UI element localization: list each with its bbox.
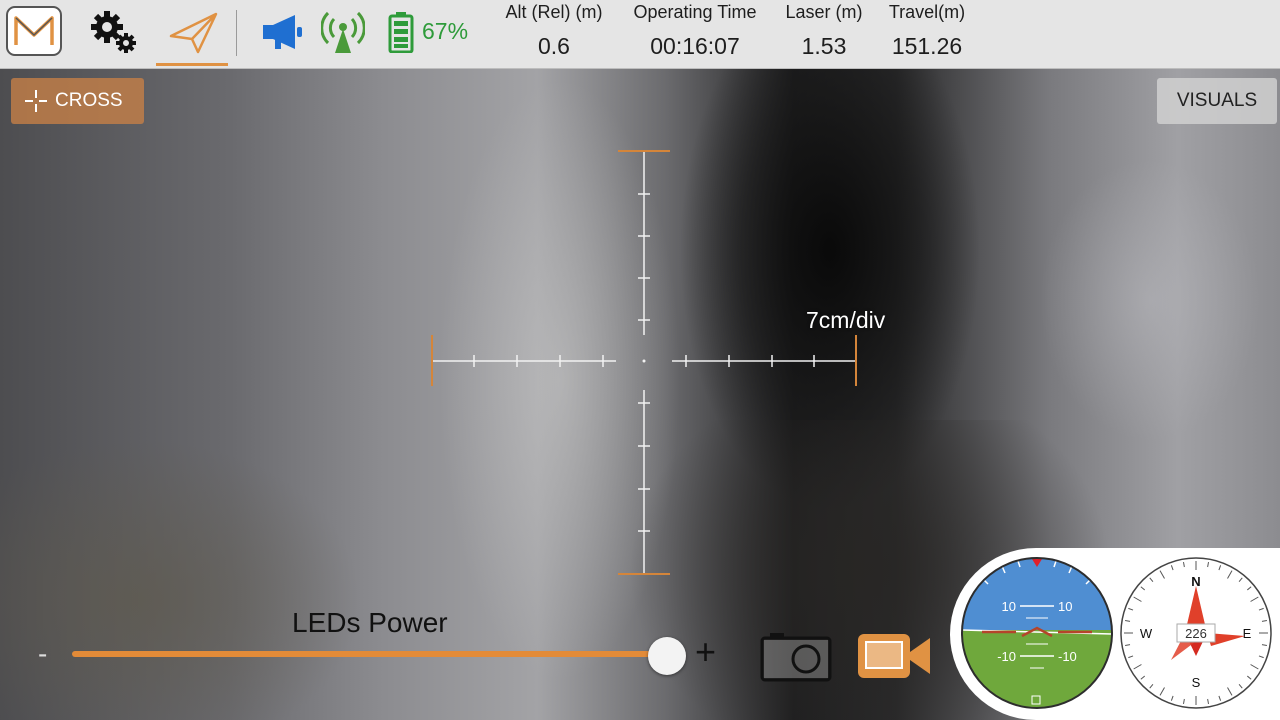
pitch-label: -10: [997, 649, 1016, 664]
pitch-label: 10: [1002, 599, 1016, 614]
compass-south: S: [1192, 675, 1201, 690]
record-video-button[interactable]: [858, 630, 932, 682]
video-camera-icon: [858, 634, 930, 678]
photo-button[interactable]: [760, 630, 832, 682]
leds-power-slider[interactable]: [72, 651, 667, 657]
artificial-horizon: 10 10 -10 -10: [961, 557, 1113, 709]
compass: N E S W 226: [1120, 557, 1272, 709]
leds-power-label: LEDs Power: [292, 607, 448, 638]
compass-east: E: [1243, 626, 1252, 641]
pitch-label: 10: [1058, 599, 1072, 614]
leds-increase-button[interactable]: +: [695, 632, 716, 672]
compass-heading: 226: [1185, 626, 1207, 641]
pitch-label: -10: [1058, 649, 1077, 664]
leds-decrease-button[interactable]: -: [38, 638, 47, 670]
compass-west: W: [1140, 626, 1153, 641]
scale-label: 7cm/div: [806, 307, 886, 333]
leds-slider-thumb[interactable]: [648, 637, 686, 675]
camera-icon: [760, 633, 832, 682]
